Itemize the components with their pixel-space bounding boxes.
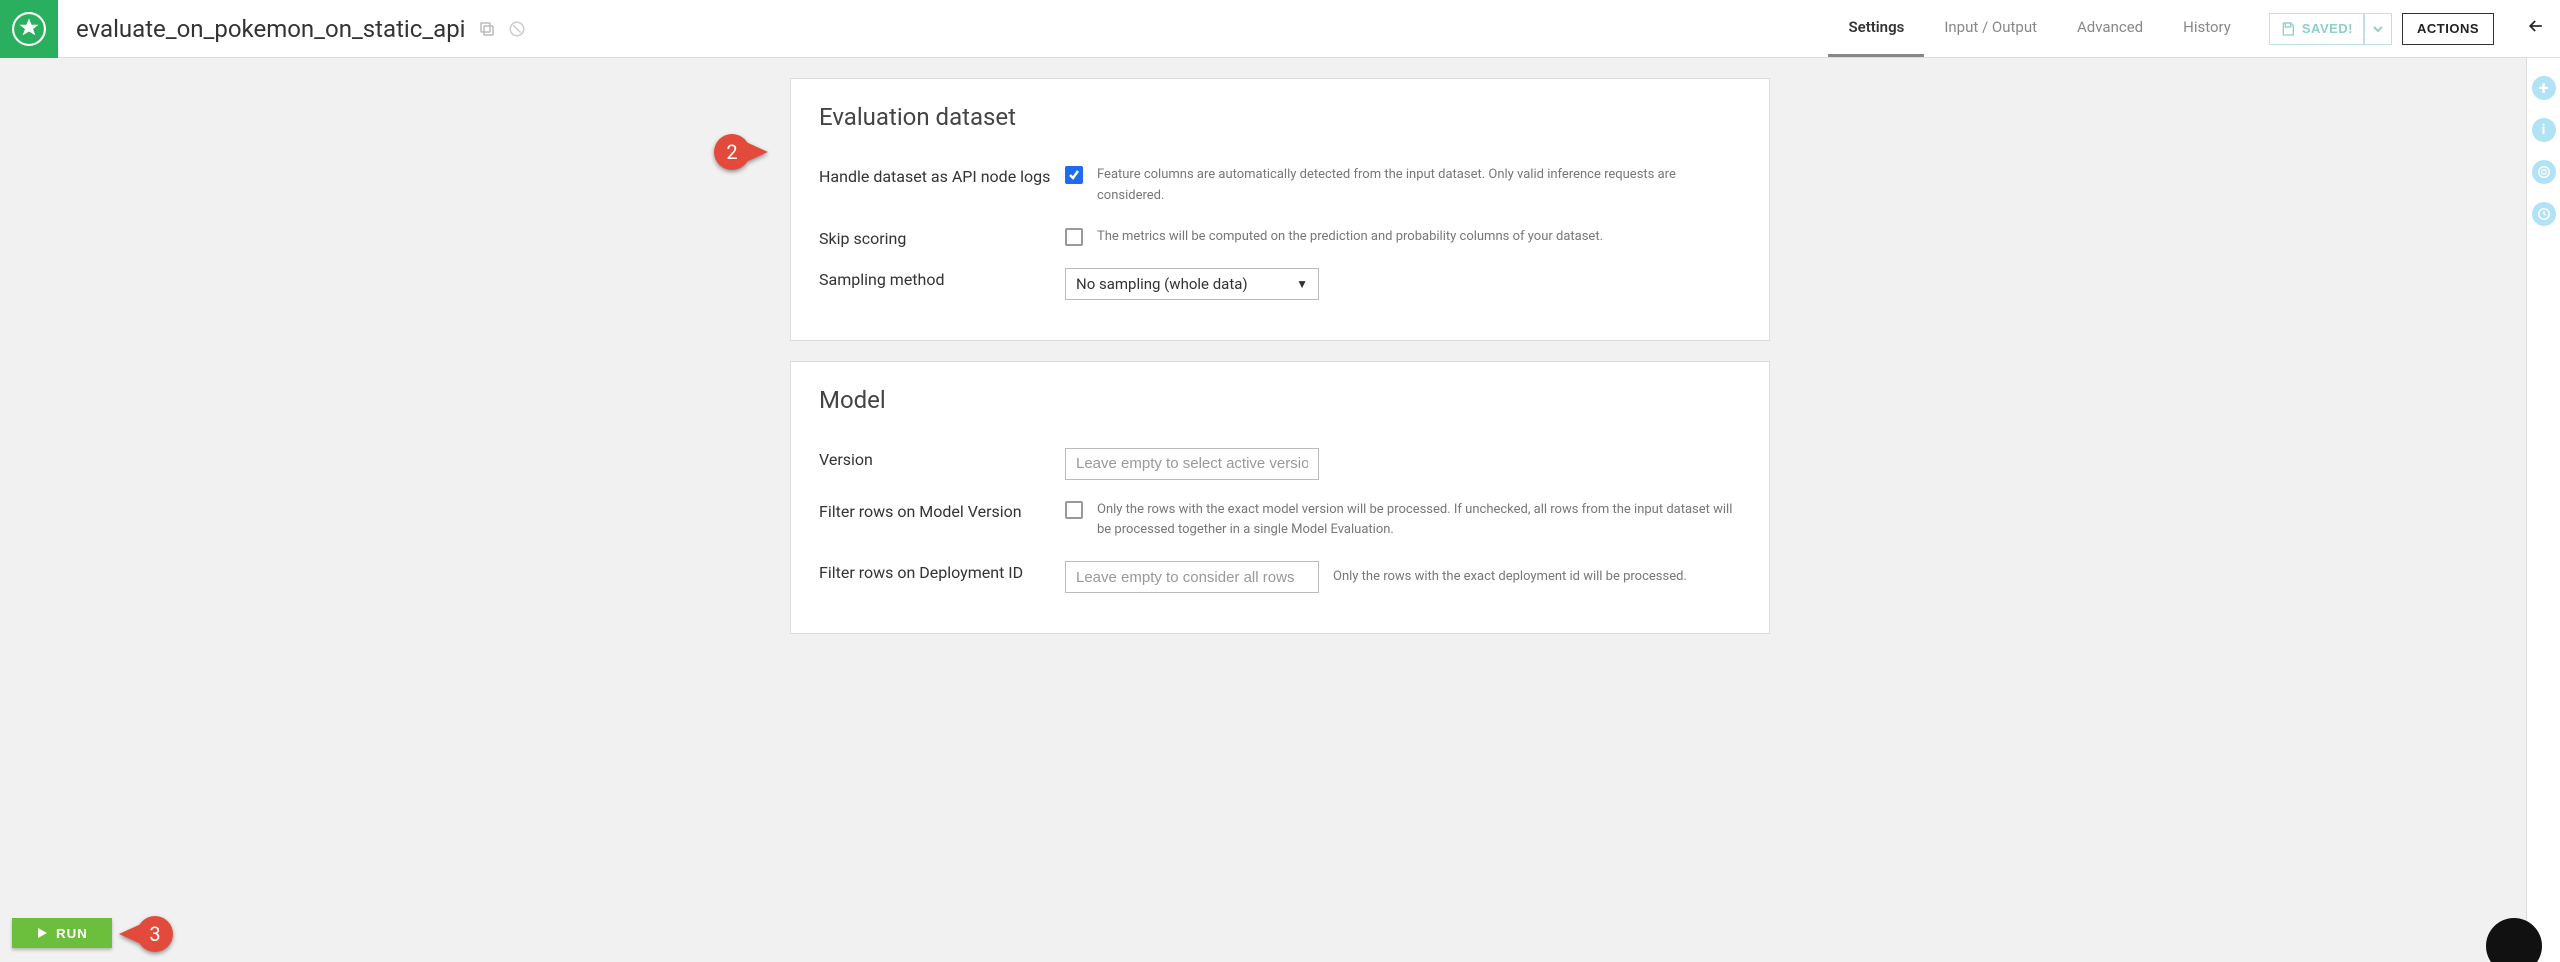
sampling-method-select[interactable]: No sampling (whole data) ▼	[1065, 268, 1319, 300]
evaluation-heading: Evaluation dataset	[819, 103, 1741, 131]
sampling-method-value: No sampling (whole data)	[1076, 275, 1248, 293]
version-input[interactable]	[1065, 448, 1319, 480]
chevron-down-icon	[2373, 24, 2383, 34]
back-arrow[interactable]	[2512, 16, 2560, 41]
run-label: RUN	[56, 926, 88, 941]
filter-deploy-label: Filter rows on Deployment ID	[819, 561, 1051, 582]
side-rail: + i	[2526, 58, 2560, 962]
rail-discuss-icon[interactable]	[2532, 160, 2556, 184]
app-logo[interactable]	[0, 0, 58, 58]
handle-dataset-checkbox[interactable]	[1065, 166, 1083, 184]
actions-button[interactable]: ACTIONS	[2402, 13, 2494, 45]
skip-scoring-checkbox[interactable]	[1065, 228, 1083, 246]
handle-dataset-label: Handle dataset as API node logs	[819, 165, 1051, 186]
save-icon	[2280, 21, 2296, 37]
check-icon	[1068, 169, 1080, 181]
sampling-method-label: Sampling method	[819, 268, 1051, 289]
filter-version-checkbox[interactable]	[1065, 501, 1083, 519]
refresh-disabled-icon	[508, 20, 526, 38]
tab-advanced[interactable]: Advanced	[2057, 0, 2163, 57]
recipe-icon	[12, 12, 46, 46]
tab-input-output[interactable]: Input / Output	[1924, 0, 2057, 57]
tab-history[interactable]: History	[2163, 0, 2251, 57]
skip-scoring-label: Skip scoring	[819, 227, 1051, 248]
rail-add-icon[interactable]: +	[2532, 76, 2556, 100]
filter-deploy-help: Only the rows with the exact deployment …	[1333, 561, 1687, 588]
annotation-3: 3	[119, 916, 173, 952]
saved-label: SAVED!	[2302, 21, 2353, 36]
model-card: Model Version Filter rows on Model Versi…	[790, 361, 1770, 635]
play-icon	[36, 927, 48, 939]
copy-icon[interactable]	[478, 20, 496, 38]
saved-dropdown[interactable]	[2364, 13, 2392, 45]
tab-settings[interactable]: Settings	[1828, 0, 1924, 57]
main-content: Evaluation dataset Handle dataset as API…	[0, 58, 2560, 754]
model-heading: Model	[819, 386, 1741, 414]
rail-history-icon[interactable]	[2532, 202, 2556, 226]
filter-version-label: Filter rows on Model Version	[819, 500, 1051, 521]
annotation-2: 2	[714, 134, 768, 170]
chevron-down-icon: ▼	[1296, 277, 1308, 291]
page-title: evaluate_on_pokemon_on_static_api	[76, 15, 466, 43]
saved-button[interactable]: SAVED!	[2269, 13, 2364, 45]
rail-info-icon[interactable]: i	[2532, 118, 2556, 142]
handle-dataset-help: Feature columns are automatically detect…	[1097, 165, 1741, 207]
skip-scoring-help: The metrics will be computed on the pred…	[1097, 227, 1603, 248]
version-label: Version	[819, 448, 1051, 469]
evaluation-dataset-card: Evaluation dataset Handle dataset as API…	[790, 78, 1770, 341]
arrow-left-icon	[2526, 16, 2546, 36]
header: evaluate_on_pokemon_on_static_api Settin…	[0, 0, 2560, 58]
tab-bar: Settings Input / Output Advanced History	[1828, 0, 2250, 57]
filter-deploy-input[interactable]	[1065, 561, 1319, 593]
filter-version-help: Only the rows with the exact model versi…	[1097, 500, 1741, 542]
run-button[interactable]: RUN	[12, 918, 112, 948]
